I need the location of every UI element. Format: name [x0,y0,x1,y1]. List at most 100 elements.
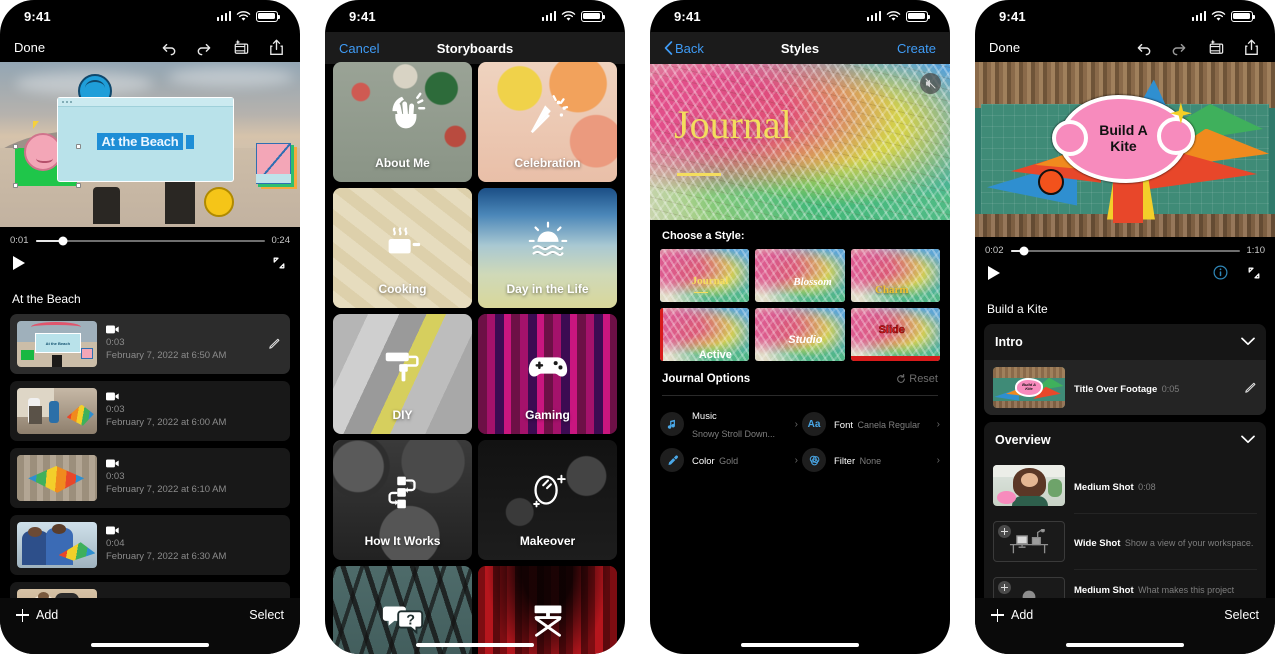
style-preview-rule [677,173,721,177]
cancel-button[interactable]: Cancel [339,41,379,56]
redo-icon[interactable] [195,38,214,57]
add-button[interactable]: Add [991,608,1033,622]
magic-movie-icon[interactable] [1206,38,1225,57]
reset-button[interactable]: Reset [896,373,938,385]
info-icon[interactable] [1213,265,1228,280]
style-thumb-active[interactable]: Active [660,308,750,361]
shot-row[interactable]: Medium Shot 0:08 [984,458,1266,513]
done-button[interactable]: Done [989,40,1020,55]
redo-icon[interactable] [1170,38,1189,57]
style-preview[interactable]: Journal [650,64,950,220]
title-cloud-bubble[interactable]: Build A Kite [1052,95,1195,183]
video-preview[interactable]: Build A Kite [975,62,1275,237]
section-header[interactable]: Overview [984,422,1266,458]
option-font[interactable]: Aa Font Canela Regular › [802,406,940,442]
expand-icon[interactable] [271,255,287,271]
style-thumb-journal[interactable]: Journal [660,249,750,302]
editor-navbar: Done [0,32,300,62]
play-icon[interactable] [988,265,1000,280]
storyboard-tile-gaming[interactable]: Gaming [478,314,617,434]
sticker-pink-square[interactable] [256,142,297,189]
storyboard-tile-film[interactable]: Film [478,566,617,654]
status-bar: 9:41 [650,0,950,32]
battery-icon [1231,10,1255,22]
chevron-down-icon[interactable] [1241,333,1255,351]
options-header: Journal Options [662,373,751,385]
options-grid: Music Snowy Stroll Down... › Aa Font Can… [650,396,950,472]
clip-info: 0:03 February 7, 2022 at 6:50 AM [106,325,258,363]
storyboard-tile-how-it-works[interactable]: How It Works [333,440,472,560]
done-button[interactable]: Done [14,40,45,55]
title-cloud-text: Build A Kite [1059,95,1188,183]
clip-row[interactable]: 0:03 February 7, 2022 at 6:00 AM [10,381,290,441]
add-button[interactable]: Add [16,608,58,622]
shot-row[interactable]: Wide Shot Show a view of your workspace. [984,514,1266,569]
select-button[interactable]: Select [1224,608,1259,622]
edit-pencil-icon[interactable] [267,337,281,351]
scrubber-row: 0:02 1:10 [975,237,1275,260]
scrubber-track[interactable] [35,236,265,245]
style-thumb-studio[interactable]: Studio [755,308,845,361]
undo-icon[interactable] [159,38,178,57]
option-music[interactable]: Music Snowy Stroll Down... › [660,406,798,442]
section-title: Overview [995,433,1051,447]
transport-right [271,255,287,271]
shot-placeholder-thumbnail[interactable] [993,521,1065,562]
clip-row[interactable]: 0:03 February 7, 2022 at 6:10 AM [10,448,290,508]
selection-handles[interactable] [13,144,81,189]
select-button[interactable]: Select [249,608,284,622]
transport-right [1213,265,1262,281]
magic-movie-icon[interactable] [231,38,250,57]
add-shot-icon[interactable] [998,525,1011,538]
section-header[interactable]: Intro [984,324,1266,360]
storyboard-sections: Intro Build A Kite Title Over Footage 0:0… [975,324,1275,625]
expand-icon[interactable] [1246,265,1262,281]
create-button[interactable]: Create [897,41,936,56]
party-popper-icon [525,91,571,137]
add-shot-icon[interactable] [998,581,1011,594]
storyboard-tile-about-me[interactable]: About Me [333,62,472,182]
speech-bubbles-question-icon: ? [380,595,426,641]
video-camera-icon [106,325,119,334]
cellular-signal-icon [866,11,881,21]
clip-row[interactable]: 0:04 February 7, 2022 at 6:30 AM [10,515,290,575]
title-line-1: Build A [1099,122,1148,139]
storyboards-scroll[interactable]: About Me Celebration Cooking Day in the … [325,62,625,654]
paint-roller-icon [380,343,426,389]
scrubber-track[interactable] [1010,246,1240,255]
video-preview[interactable]: At the Beach [0,62,300,227]
option-color[interactable]: Color Gold › [660,448,798,472]
storyboard-tile-day-in-the-life[interactable]: Day in the Life [478,188,617,308]
style-thumb-charm[interactable]: Charm [850,249,940,302]
shot-row[interactable]: Build A Kite Title Over Footage 0:05 [984,360,1266,415]
section-intro: Intro Build A Kite Title Over Footage 0:0… [984,324,1266,415]
status-time: 9:41 [24,8,51,24]
title-card[interactable]: At the Beach [57,96,234,183]
text-caret [185,134,194,149]
storyboard-tile-celebration[interactable]: Celebration [478,62,617,182]
style-thumb-slide[interactable]: Slide [850,308,940,361]
edit-pencil-icon[interactable] [1243,381,1257,395]
option-filter[interactable]: Filter None › [802,448,940,472]
storyboard-tile-makeover[interactable]: Makeover [478,440,617,560]
storyboard-tile-qa[interactable]: ? Q&A [333,566,472,654]
clip-row[interactable]: At the Beach 0:03 February 7, 2022 at 6:… [10,314,290,374]
share-icon[interactable] [1242,38,1261,57]
option-text: Filter None [834,451,929,469]
storyboard-tile-diy[interactable]: DIY [333,314,472,434]
storyboard-tile-cooking[interactable]: Cooking [333,188,472,308]
wifi-icon [1211,10,1226,21]
share-icon[interactable] [267,38,286,57]
chevron-down-icon[interactable] [1241,431,1255,449]
back-button[interactable]: Back [664,41,704,56]
phone-storyboards: 9:41 Cancel Storyboards About Me Celebra… [325,0,625,654]
undo-icon[interactable] [1134,38,1153,57]
style-thumb-blossom[interactable]: Blossom [755,249,845,302]
play-icon[interactable] [13,255,25,270]
wifi-icon [886,10,901,21]
shot-thumbnail [993,465,1065,506]
home-indicator [91,643,209,647]
title-card-text[interactable]: At the Beach [97,132,183,150]
mute-icon[interactable] [920,73,941,94]
clip-thumbnail [17,388,97,434]
